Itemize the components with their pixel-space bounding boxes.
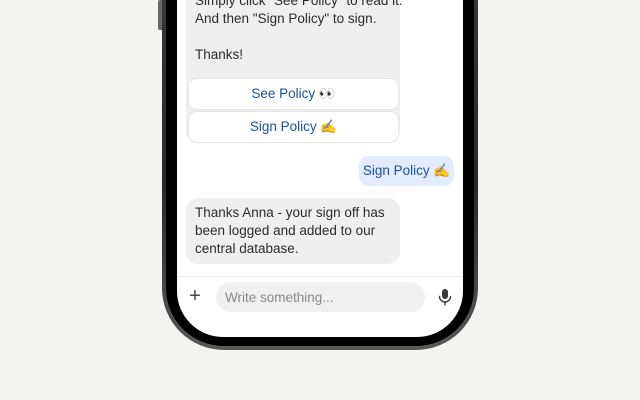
- bot-message-line: been logged and added to our: [195, 223, 376, 238]
- composer-divider: [177, 276, 463, 277]
- bot-message-line: Thanks Anna - your sign off has: [195, 205, 385, 220]
- message-input[interactable]: [216, 282, 425, 312]
- plus-icon[interactable]: +: [185, 286, 205, 306]
- sign-policy-button[interactable]: Sign Policy ✍️: [189, 112, 398, 142]
- bot-message-line: Thanks!: [195, 47, 244, 62]
- chat-screen: Simply click "See Policy" to read it. An…: [177, 0, 463, 337]
- bot-message-line: central database.: [195, 241, 299, 256]
- microphone-icon[interactable]: [438, 288, 452, 306]
- bot-message-line: Simply click "See Policy" to read it.: [195, 0, 403, 8]
- see-policy-button[interactable]: See Policy 👀: [189, 79, 398, 109]
- user-message-bubble: Sign Policy ✍️: [359, 156, 454, 186]
- bot-message-line: And then "Sign Policy" to sign.: [195, 11, 377, 26]
